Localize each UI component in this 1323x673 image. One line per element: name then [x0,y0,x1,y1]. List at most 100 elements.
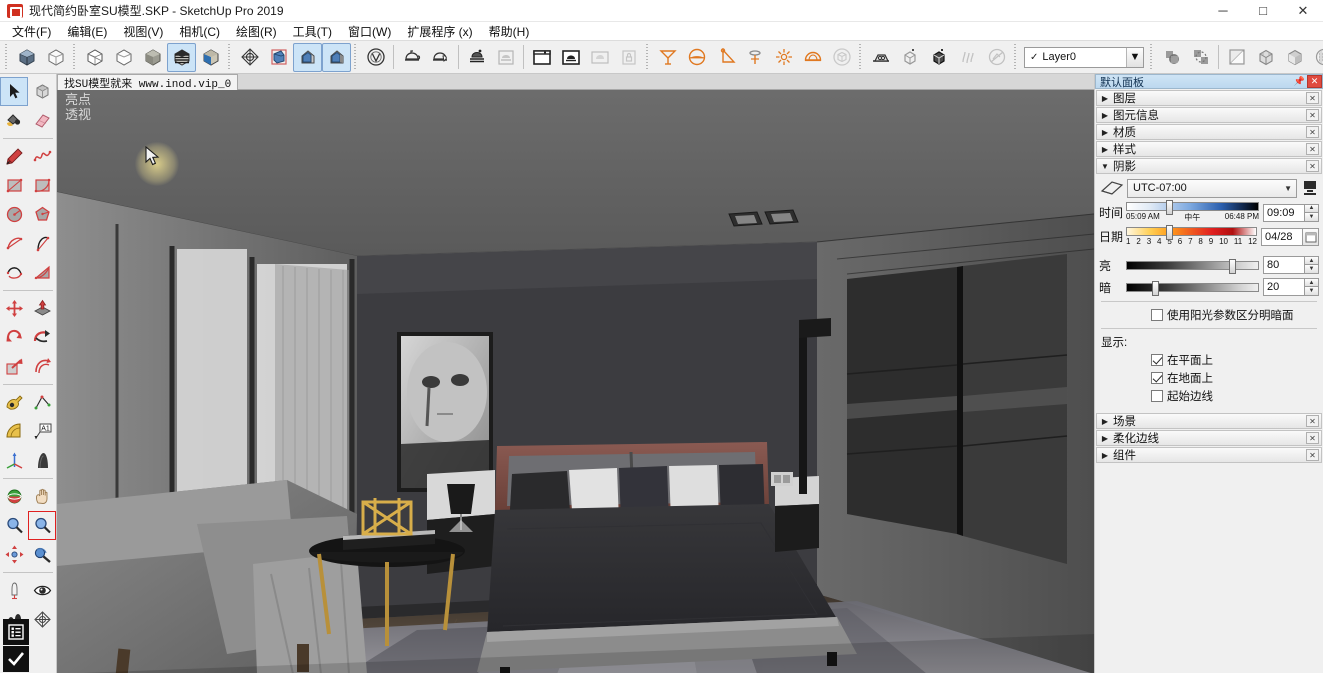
vray-scene-icon[interactable] [982,43,1011,72]
light-value-field[interactable]: 80 [1263,256,1305,274]
dimension-icon[interactable] [28,388,56,417]
display-section-cuts-icon[interactable] [322,42,351,72]
date-slider[interactable]: 1 2 3 4 5 6 7 8 9 10 11 12 [1126,225,1257,246]
panel-close-icon[interactable]: ✕ [1306,432,1319,444]
pin-icon[interactable]: 📌 [1293,75,1306,88]
date-slider-track[interactable] [1126,225,1257,240]
three-point-arc-icon[interactable] [0,258,28,287]
dark-slider-track[interactable] [1126,280,1259,296]
toolbar-grip-3[interactable] [227,44,233,70]
arc-icon[interactable] [0,229,28,258]
toolbar-grip-8[interactable] [1149,44,1155,70]
line-pencil-icon[interactable] [0,142,28,171]
panel-entity-info[interactable]: ▶ 图元信息 ✕ [1096,107,1322,123]
time-slider[interactable]: 05:09 AM 中午 06:48 PM [1126,200,1259,223]
section-cut-icon[interactable] [264,43,293,72]
display-on-ground-row[interactable]: 在地面上 [1099,370,1319,386]
panel-materials[interactable]: ▶ 材质 ✕ [1096,124,1322,140]
menu-extensions[interactable]: 扩展程序 (x) [399,21,480,42]
axes-icon[interactable] [0,446,28,475]
light-slider-knob[interactable] [1229,258,1237,274]
zoom-extents-icon[interactable] [0,540,28,569]
make-component-icon[interactable] [28,77,56,106]
time-value-field[interactable]: 09:09 [1263,203,1305,222]
vray-dome-light-icon[interactable] [798,43,827,72]
panel-close-icon[interactable]: ✕ [1306,143,1319,155]
light-spinner[interactable]: ▲ ▼ [1305,256,1319,274]
wireframe-box-icon[interactable] [109,43,138,72]
vray-cloud-icon[interactable] [585,43,614,72]
follow-me-icon[interactable] [28,323,56,352]
panel-shadows[interactable]: ▼ 阴影 ✕ [1096,158,1322,174]
vray-render-cloud-icon[interactable] [462,43,491,72]
use-sun-checkbox-row[interactable]: 使用阳光参数区分明暗面 [1099,307,1319,323]
display-on-faces-checkbox[interactable] [1151,354,1163,366]
vray-proxy-mesh-icon[interactable] [895,43,924,72]
time-slider-knob[interactable] [1166,200,1174,215]
vray-render-icon[interactable] [397,43,426,72]
rotated-rectangle-icon[interactable] [28,171,56,200]
calendar-icon[interactable] [1303,227,1319,246]
menu-edit[interactable]: 编辑(E) [59,21,115,42]
close-button[interactable]: ✕ [1283,0,1323,22]
text-label-icon[interactable]: A1 [28,417,56,446]
toolbar-grip-7[interactable] [1013,44,1019,70]
menu-file[interactable]: 文件(F) [4,21,59,42]
maximize-button[interactable]: □ [1243,0,1283,22]
light-slider-track[interactable] [1126,258,1259,274]
time-spinner-up[interactable]: ▲ [1305,203,1319,213]
dark-slider[interactable] [1126,280,1259,296]
pan-hand-icon[interactable] [28,482,56,511]
display-section-planes-icon[interactable] [293,42,322,72]
panel-scenes[interactable]: ▶ 场景 ✕ [1096,413,1322,429]
menu-tools[interactable]: 工具(T) [285,21,340,42]
panel-layers[interactable]: ▶ 图层 ✕ [1096,90,1322,106]
dark-spinner-up[interactable]: ▲ [1305,278,1319,287]
toolbar-grip-6[interactable] [858,44,864,70]
timezone-dropdown[interactable]: UTC-07:00 ▼ [1127,178,1297,198]
model-viewport[interactable]: 找SU模型就来 www.inod.vip_0 亮点 透视 [57,74,1094,673]
menu-draw[interactable]: 绘图(R) [228,21,285,42]
use-sun-checkbox[interactable] [1151,309,1163,321]
dark-value-field[interactable]: 20 [1263,278,1305,296]
freehand-icon[interactable] [28,142,56,171]
vray-rectangle-light-icon[interactable] [653,43,682,72]
display-shadows-icon[interactable] [1301,178,1319,198]
three-d-text-icon[interactable] [28,446,56,475]
display-from-edges-checkbox[interactable] [1151,390,1163,402]
style-shaded-icon[interactable] [12,43,41,72]
time-slider-track[interactable] [1126,200,1259,215]
toolbar-grip-5[interactable] [645,44,651,70]
rotate-icon[interactable] [0,323,28,352]
close-icon[interactable]: ✕ [1307,75,1322,88]
panel-close-icon[interactable]: ✕ [1306,109,1319,121]
shadow-toggle-icon[interactable] [1099,178,1125,198]
panel-styles[interactable]: ▶ 样式 ✕ [1096,141,1322,157]
xray-icon[interactable] [1157,43,1186,72]
vray-asset-editor-icon[interactable] [361,43,390,72]
vray-infinite-plane-icon[interactable] [866,43,895,72]
menu-view[interactable]: 视图(V) [115,21,171,42]
zoom-icon[interactable] [0,511,28,540]
scale-icon[interactable] [0,352,28,381]
move-icon[interactable] [0,294,28,323]
vray-spot-light-icon[interactable] [711,43,740,72]
panel-close-icon[interactable]: ✕ [1306,449,1319,461]
vray-clipper-icon[interactable] [953,43,982,72]
display-from-edges-row[interactable]: 起始边线 [1099,388,1319,404]
style-wireframe-icon[interactable] [41,43,70,72]
dark-spinner[interactable]: ▲ ▼ [1305,278,1319,296]
light-spinner-up[interactable]: ▲ [1305,256,1319,265]
vray-render-interactive-icon[interactable] [426,43,455,72]
offset-icon[interactable] [28,352,56,381]
pie-icon[interactable] [28,258,56,287]
panel-close-icon[interactable]: ✕ [1306,160,1319,172]
date-value-field[interactable]: 04/28 [1261,227,1303,246]
paint-bucket-icon[interactable] [0,106,28,135]
toolbar-grip-2[interactable] [72,44,78,70]
dark-spinner-down[interactable]: ▼ [1305,287,1319,296]
display-on-ground-checkbox[interactable] [1151,372,1163,384]
back-edges-icon[interactable] [1186,43,1215,72]
zoom-window-icon[interactable] [28,511,56,540]
dark-slider-knob[interactable] [1151,280,1159,296]
